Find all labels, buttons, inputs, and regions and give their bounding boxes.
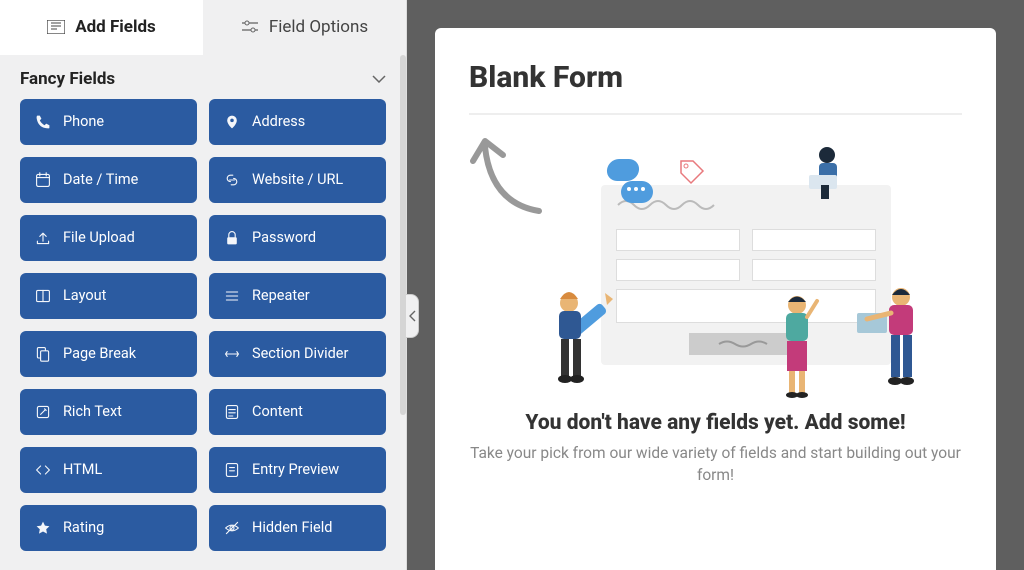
form-title[interactable]: Blank Form xyxy=(469,60,962,115)
form-canvas: Blank Form xyxy=(407,0,1024,570)
field-label: File Upload xyxy=(63,229,135,246)
empty-subline: Take your pick from our wide variety of … xyxy=(469,443,962,486)
field-label: HTML xyxy=(63,461,102,478)
field-html[interactable]: HTML xyxy=(20,447,197,493)
list-icon xyxy=(224,288,240,304)
field-rich-text[interactable]: Rich Text xyxy=(20,389,197,435)
field-section-divider[interactable]: Section Divider xyxy=(209,331,386,377)
field-label: Website / URL xyxy=(252,171,343,188)
field-repeater[interactable]: Repeater xyxy=(209,273,386,319)
star-icon xyxy=(35,520,51,536)
field-label: Date / Time xyxy=(63,171,138,188)
field-label: Rich Text xyxy=(63,403,122,420)
field-content[interactable]: Content xyxy=(209,389,386,435)
field-options-icon xyxy=(241,20,259,34)
empty-illustration xyxy=(501,137,931,407)
field-entry-preview[interactable]: Entry Preview xyxy=(209,447,386,493)
upload-icon xyxy=(35,230,51,246)
sidebar: Add Fields Field Options Fancy Fields Ph… xyxy=(0,0,407,570)
empty-headline: You don't have any fields yet. Add some! xyxy=(525,411,905,435)
phone-icon xyxy=(35,114,51,130)
field-phone[interactable]: Phone xyxy=(20,99,197,145)
pin-icon xyxy=(224,114,240,130)
field-label: Phone xyxy=(63,113,104,130)
field-rating[interactable]: Rating xyxy=(20,505,197,551)
divider-icon xyxy=(224,346,240,362)
field-label: Layout xyxy=(63,287,106,304)
field-password[interactable]: Password xyxy=(209,215,386,261)
calendar-icon xyxy=(35,172,51,188)
sidebar-tabs: Add Fields Field Options xyxy=(0,0,406,55)
field-website-url[interactable]: Website / URL xyxy=(209,157,386,203)
code-icon xyxy=(35,462,51,478)
add-fields-icon xyxy=(47,20,65,34)
chevron-down-icon xyxy=(372,75,386,83)
person-laptop-icon xyxy=(857,285,931,393)
field-file-upload[interactable]: File Upload xyxy=(20,215,197,261)
person-sitting-icon xyxy=(799,145,861,203)
collapse-handle[interactable] xyxy=(406,294,419,338)
field-label: Repeater xyxy=(252,287,310,304)
link-icon xyxy=(224,172,240,188)
person-standing-icon xyxy=(769,293,825,401)
section-header-fancy-fields[interactable]: Fancy Fields xyxy=(0,55,406,99)
person-pencil-icon xyxy=(547,285,625,395)
richtext-icon xyxy=(35,404,51,420)
field-label: Section Divider xyxy=(252,345,348,362)
field-label: Address xyxy=(252,113,305,130)
layout-icon xyxy=(35,288,51,304)
section-title: Fancy Fields xyxy=(20,69,115,89)
field-label: Hidden Field xyxy=(252,519,332,536)
field-label: Password xyxy=(252,229,316,246)
tab-field-options-label: Field Options xyxy=(269,17,368,37)
field-date-time[interactable]: Date / Time xyxy=(20,157,197,203)
tab-field-options[interactable]: Field Options xyxy=(203,0,406,55)
tab-add-fields-label: Add Fields xyxy=(75,17,156,37)
field-layout[interactable]: Layout xyxy=(20,273,197,319)
empty-state: You don't have any fields yet. Add some!… xyxy=(469,115,962,570)
tab-add-fields[interactable]: Add Fields xyxy=(0,0,203,55)
field-label: Content xyxy=(252,403,303,420)
field-label: Page Break xyxy=(63,345,136,362)
tag-icon xyxy=(677,157,705,185)
field-label: Rating xyxy=(63,519,104,536)
pagebreak-icon xyxy=(35,346,51,362)
field-address[interactable]: Address xyxy=(209,99,386,145)
preview-icon xyxy=(224,462,240,478)
form-card: Blank Form xyxy=(435,28,996,570)
field-label: Entry Preview xyxy=(252,461,339,478)
hidden-icon xyxy=(224,520,240,536)
content-icon xyxy=(224,404,240,420)
chat-bubble-icon xyxy=(606,159,640,181)
field-hidden-field[interactable]: Hidden Field xyxy=(209,505,386,551)
lock-icon xyxy=(224,230,240,246)
scrollbar[interactable] xyxy=(400,55,406,415)
field-page-break[interactable]: Page Break xyxy=(20,331,197,377)
fields-list: Phone Address Date / Time Website / URL File… xyxy=(0,99,406,570)
chevron-left-icon xyxy=(409,310,416,322)
